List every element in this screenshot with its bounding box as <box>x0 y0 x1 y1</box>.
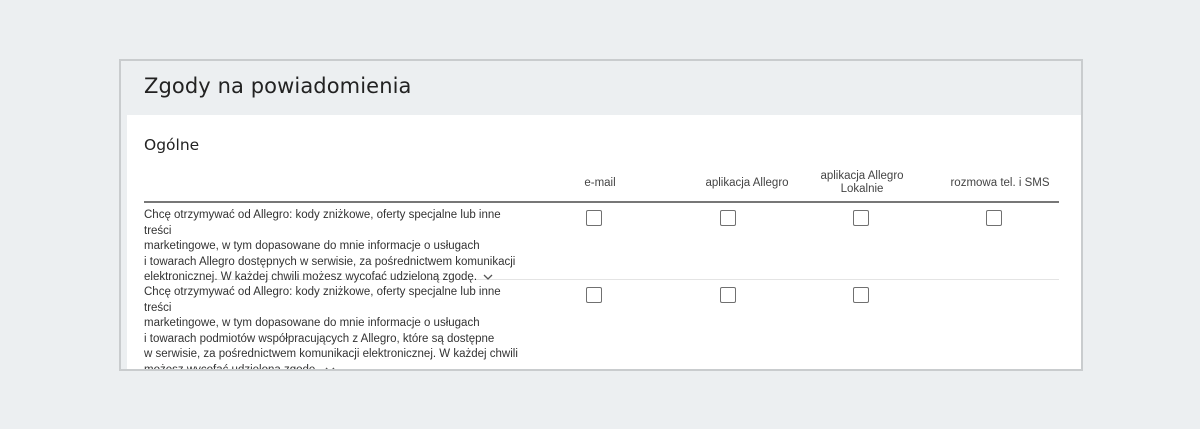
checkbox-phone-sms[interactable] <box>986 210 1002 226</box>
consent-row: Chcę otrzymywać od Allegro: kody zniżkow… <box>144 203 1059 283</box>
consent-text: Chcę otrzymywać od Allegro: kody zniżkow… <box>144 209 516 284</box>
notification-consents-panel: Zgody na powiadomienia Ogólne e-mail apl… <box>119 59 1083 371</box>
checkbox-allegro-lokalnie-app[interactable] <box>853 210 869 226</box>
checkbox-allegro-app[interactable] <box>720 210 736 226</box>
checkbox-email[interactable] <box>586 210 602 226</box>
column-header-allegro-lokalnie-app-label: aplikacja Allegro Lokalnie <box>820 170 904 195</box>
checkbox-email[interactable] <box>586 287 602 303</box>
column-header-email-label: e-mail <box>584 176 616 189</box>
panel-title: Zgody na powiadomienia <box>144 74 412 98</box>
column-header-phone-sms-label: rozmowa tel. i SMS <box>950 176 1050 189</box>
checkbox-allegro-lokalnie-app[interactable] <box>853 287 869 303</box>
column-header-phone-sms: rozmowa tel. i SMS <box>935 163 1065 203</box>
consent-row: Chcę otrzymywać od Allegro: kody zniżkow… <box>144 280 1059 371</box>
section-title: Ogólne <box>144 136 200 154</box>
column-header-allegro-app-label: aplikacja Allegro <box>705 176 789 189</box>
consent-row-text: Chcę otrzymywać od Allegro: kody zniżkow… <box>144 285 529 371</box>
column-header-email: e-mail <box>560 163 640 203</box>
column-header-allegro-lokalnie-app: aplikacja Allegro Lokalnie <box>807 163 917 203</box>
panel-header: Zgody na powiadomienia <box>121 61 1081 115</box>
chevron-down-icon[interactable] <box>322 365 338 371</box>
consent-row-text: Chcę otrzymywać od Allegro: kody zniżkow… <box>144 208 529 286</box>
column-header-allegro-app: aplikacja Allegro <box>682 163 812 203</box>
checkbox-allegro-app[interactable] <box>720 287 736 303</box>
consent-text: Chcę otrzymywać od Allegro: kody zniżkow… <box>144 286 518 371</box>
consents-card: Ogólne e-mail aplikacja Allegro aplikacj… <box>127 115 1081 369</box>
